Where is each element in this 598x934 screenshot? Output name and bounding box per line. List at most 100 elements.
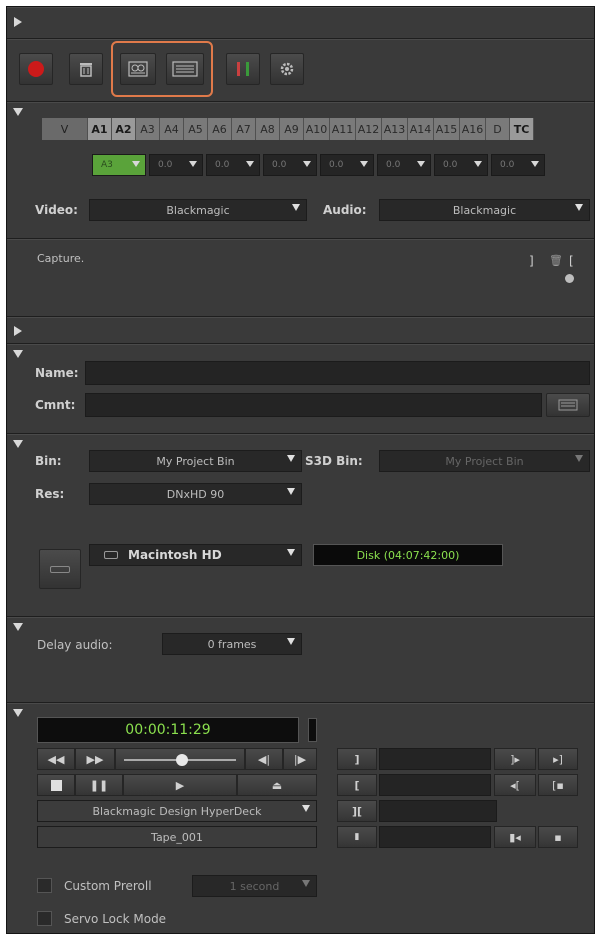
mark-out-field[interactable] xyxy=(379,748,491,770)
track-button-a3[interactable]: A3 xyxy=(136,118,160,140)
fast-forward-button[interactable]: ▶▶ xyxy=(75,748,115,770)
track-button-a16[interactable]: A16 xyxy=(460,118,486,140)
marker-icon xyxy=(237,62,249,76)
channel-dropdown[interactable]: 0.0 xyxy=(263,154,317,176)
capture-settings-button[interactable] xyxy=(120,53,156,85)
clear-audio-icon: ▪ xyxy=(554,830,562,844)
channel-value: 0.0 xyxy=(500,160,515,170)
stop-button[interactable] xyxy=(37,774,75,796)
clear-out-icon: ▸] xyxy=(553,752,563,766)
expand-triangle-icon[interactable] xyxy=(14,326,22,336)
collapse-triangle-icon[interactable] xyxy=(13,108,23,116)
clear-in-button[interactable]: [▪ xyxy=(538,774,578,796)
bin-dropdown[interactable]: My Project Bin xyxy=(89,450,302,472)
dropdown-arrow-icon xyxy=(246,161,254,167)
track-button-tc[interactable]: TC xyxy=(510,118,534,140)
comment-field[interactable] xyxy=(85,393,542,417)
destination-section: Bin: My Project Bin S3D Bin: My Project … xyxy=(7,433,594,616)
track-button-a9[interactable]: A9 xyxy=(280,118,304,140)
track-button-a11[interactable]: A11 xyxy=(330,118,356,140)
mark-in-field[interactable] xyxy=(379,774,491,796)
go-to-out-icon: ]▸ xyxy=(510,752,520,766)
channel-dropdown[interactable]: 0.0 xyxy=(206,154,260,176)
tape-name-field[interactable]: Tape_001 xyxy=(37,826,317,848)
mark-out-icon: ] xyxy=(354,752,360,766)
track-button-a10[interactable]: A10 xyxy=(304,118,330,140)
track-button-a14[interactable]: A14 xyxy=(408,118,434,140)
track-button-a12[interactable]: A12 xyxy=(356,118,382,140)
go-to-audio-button[interactable]: ▮◂ xyxy=(494,826,536,848)
audio-source-dropdown[interactable]: Blackmagic xyxy=(379,199,590,221)
mark-in-button[interactable]: [ xyxy=(337,774,377,796)
s3d-bin-dropdown[interactable]: My Project Bin xyxy=(379,450,590,472)
dropdown-arrow-icon xyxy=(287,455,295,462)
shuttle-knob[interactable] xyxy=(176,754,188,766)
single-drive-button[interactable] xyxy=(39,549,81,589)
track-button-a6[interactable]: A6 xyxy=(208,118,232,140)
dropdown-arrow-icon xyxy=(417,161,425,167)
audio-mark-button[interactable]: ▮ xyxy=(337,826,377,848)
track-button-d[interactable]: D xyxy=(486,118,510,140)
deck-dropdown[interactable]: Blackmagic Design HyperDeck xyxy=(37,800,317,822)
track-button-a15[interactable]: A15 xyxy=(434,118,460,140)
clear-audio-button[interactable]: ▪ xyxy=(538,826,578,848)
channel-value: 0.0 xyxy=(272,160,287,170)
eject-button[interactable]: ⏏ xyxy=(237,774,317,796)
play-button[interactable]: ▶ xyxy=(123,774,237,796)
duration-button[interactable]: ][ xyxy=(337,800,377,822)
track-button-a7[interactable]: A7 xyxy=(232,118,256,140)
channel-value: 0.0 xyxy=(443,160,458,170)
duration-field[interactable] xyxy=(379,800,497,822)
track-button-a5[interactable]: A5 xyxy=(184,118,208,140)
collapse-triangle-icon[interactable] xyxy=(13,709,23,717)
channel-dropdown[interactable]: 0.0 xyxy=(491,154,545,176)
delay-audio-dropdown[interactable]: 0 frames xyxy=(162,633,302,655)
status-dot-icon xyxy=(565,274,574,283)
rewind-button[interactable]: ◀◀ xyxy=(37,748,75,770)
custom-preroll-checkbox[interactable] xyxy=(37,878,52,893)
trash-icon xyxy=(80,63,92,77)
custom-preroll-dropdown[interactable]: 1 second xyxy=(192,875,317,897)
channel-dropdown[interactable]: 0.0 xyxy=(149,154,203,176)
track-button-a13[interactable]: A13 xyxy=(382,118,408,140)
drive-dropdown[interactable]: Macintosh HD xyxy=(89,544,302,566)
channel-dropdown[interactable]: 0.0 xyxy=(434,154,488,176)
clear-out-button[interactable]: ▸] xyxy=(538,748,578,770)
channel-dropdown[interactable]: 0.0 xyxy=(377,154,431,176)
channel-dropdown[interactable]: 0.0 xyxy=(320,154,374,176)
gear-icon xyxy=(280,62,294,76)
track-button-a8[interactable]: A8 xyxy=(256,118,280,140)
track-section: V A1 A2 A3 A4 A5 A6 A7 A8 A9 A10 A11 A12 A13 A14 A15 A16… xyxy=(7,101,594,238)
trash-button[interactable] xyxy=(69,53,103,85)
pause-button[interactable]: ❚❚ xyxy=(75,774,123,796)
step-back-button[interactable]: ◀| xyxy=(245,748,283,770)
collapse-triangle-icon[interactable] xyxy=(13,440,23,448)
expand-triangle-icon[interactable] xyxy=(14,17,22,27)
name-field[interactable] xyxy=(85,361,590,385)
collapse-triangle-icon[interactable] xyxy=(13,623,23,631)
dropdown-arrow-icon xyxy=(287,488,295,495)
mark-out-button[interactable]: ] xyxy=(337,748,377,770)
channel-dropdown[interactable]: A3 xyxy=(92,154,146,176)
step-forward-button[interactable]: |▶ xyxy=(283,748,317,770)
go-to-in-button[interactable]: ◂[ xyxy=(494,774,536,796)
video-source-dropdown[interactable]: Blackmagic xyxy=(89,199,307,221)
track-button-a2[interactable]: A2 xyxy=(112,118,136,140)
track-button-a1[interactable]: A1 xyxy=(88,118,112,140)
track-button-a4[interactable]: A4 xyxy=(160,118,184,140)
record-button[interactable] xyxy=(19,53,53,85)
resolution-dropdown[interactable]: DNxHD 90 xyxy=(89,483,302,505)
tape-settings-button[interactable] xyxy=(166,53,204,85)
comment-list-button[interactable] xyxy=(546,393,590,417)
go-to-out-button[interactable]: ]▸ xyxy=(494,748,536,770)
marker-button[interactable] xyxy=(226,53,260,85)
clip-info-section: Name: Cmnt: xyxy=(7,343,594,433)
shuttle-slider[interactable] xyxy=(115,748,245,770)
audio-mark-field[interactable] xyxy=(379,826,491,848)
servo-lock-checkbox[interactable] xyxy=(37,911,52,926)
track-button-v[interactable]: V xyxy=(42,118,88,140)
dropdown-arrow-icon xyxy=(302,805,310,812)
capture-settings-icon xyxy=(128,61,148,77)
collapse-triangle-icon[interactable] xyxy=(13,350,23,358)
settings-button[interactable] xyxy=(270,53,304,85)
